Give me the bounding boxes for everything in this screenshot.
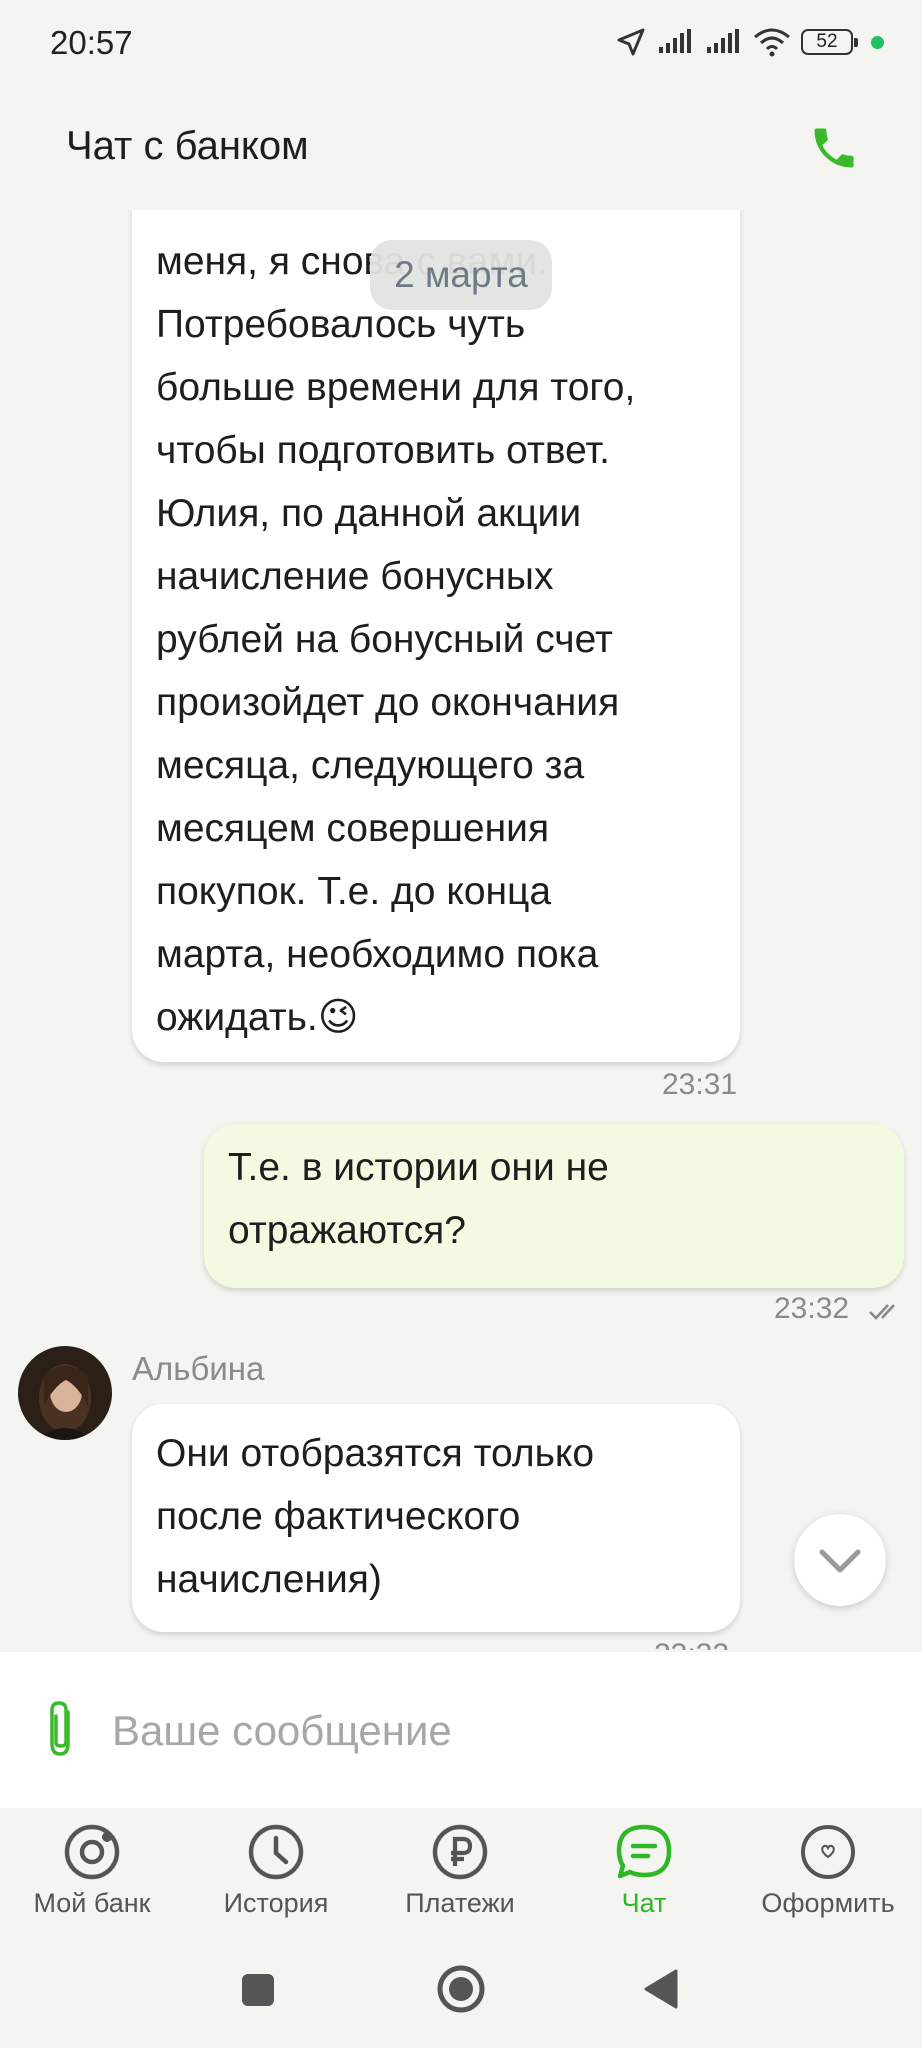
incoming-message[interactable]: Они отобразятся только после фактическог… — [132, 1404, 740, 1632]
back-button[interactable] — [642, 1968, 680, 2010]
message-text: меня, я снова с вами. Потребовалось чуть… — [156, 240, 636, 1039]
status-time: 20:57 — [50, 24, 133, 61]
message-list[interactable]: меня, я снова с вами. Потребовалось чуть… — [0, 210, 922, 1650]
tab-history[interactable]: История — [184, 1822, 368, 1932]
chevron-down-icon — [819, 1549, 861, 1573]
my-bank-icon — [64, 1824, 120, 1880]
chat-header: Чат с банком — [0, 86, 922, 210]
operator-avatar — [18, 1346, 112, 1440]
message-time: 23:32 — [654, 1638, 729, 1650]
message-composer — [0, 1652, 922, 1808]
message-input[interactable] — [110, 1692, 874, 1770]
outgoing-message[interactable]: Т.е. в истории они не отражаются? — [204, 1124, 904, 1288]
tab-label: История — [223, 1888, 329, 1918]
home-button[interactable] — [436, 1964, 486, 2014]
status-bar: 20:57 52 — [0, 0, 922, 86]
message-time: 23:31 — [662, 1068, 738, 1101]
recents-button[interactable] — [240, 1972, 276, 2008]
message-time: 23:32 — [774, 1292, 850, 1325]
scroll-to-bottom-button[interactable] — [794, 1514, 886, 1606]
tab-label: Чат — [621, 1888, 667, 1918]
battery-indicator: 52 — [801, 29, 858, 55]
message-text: Т.е. в истории они не отражаются? — [228, 1146, 609, 1252]
signal-icon-2 — [707, 29, 739, 53]
wifi-icon — [754, 28, 790, 57]
tab-payments[interactable]: Платежи — [368, 1822, 552, 1932]
tab-label: Платежи — [405, 1888, 515, 1918]
system-navigation-bar — [0, 1938, 922, 2048]
heart-circle-icon — [801, 1825, 855, 1879]
privacy-dot — [871, 35, 884, 49]
call-button[interactable] — [808, 122, 860, 174]
bottom-tab-bar: Мой банк История Платежи Чат Оформить — [0, 1808, 922, 1938]
tab-my-bank[interactable]: Мой банк — [0, 1822, 184, 1932]
signal-icon — [659, 29, 691, 53]
paperclip-icon — [50, 1701, 70, 1756]
status-icons: 52 — [615, 26, 884, 58]
clock-icon — [248, 1824, 304, 1880]
page-title: Чат с банком — [66, 124, 309, 168]
message-text: Они отобразятся только после фактическог… — [156, 1432, 595, 1601]
phone-icon — [814, 128, 854, 168]
chat-icon — [616, 1824, 672, 1879]
tab-chat[interactable]: Чат — [552, 1822, 736, 1932]
attach-button[interactable] — [40, 1698, 82, 1760]
incoming-message[interactable]: меня, я снова с вами. Потребовалось чуть… — [132, 210, 740, 1062]
tab-apply[interactable]: Оформить — [736, 1822, 920, 1932]
double-check-icon — [869, 1304, 895, 1320]
sender-name: Альбина — [132, 1350, 265, 1387]
date-chip: 2 марта — [370, 240, 552, 310]
tab-label: Мой банк — [33, 1888, 151, 1918]
ruble-icon — [432, 1824, 488, 1880]
tab-label: Оформить — [761, 1888, 895, 1918]
location-arrow-icon — [617, 28, 645, 56]
